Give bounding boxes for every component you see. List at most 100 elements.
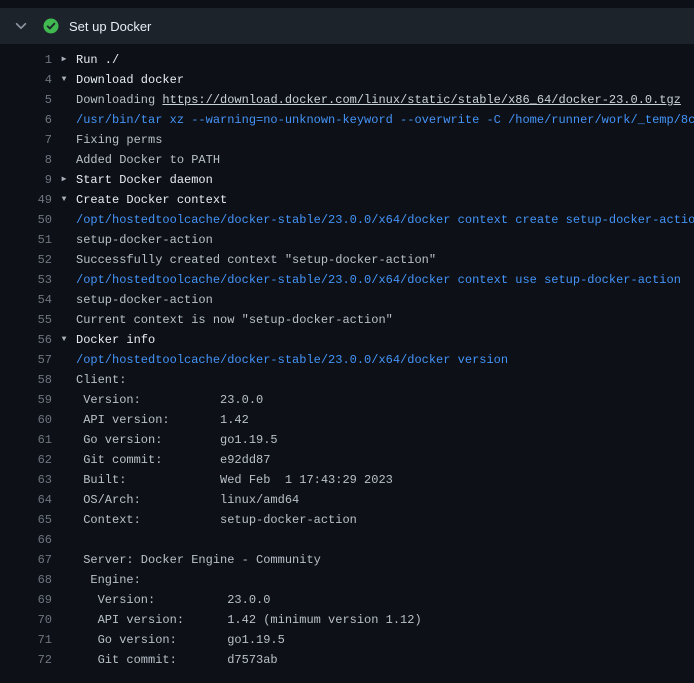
line-number[interactable]: 49: [0, 190, 52, 210]
line-number[interactable]: 6: [0, 110, 52, 130]
group-collapsed-icon[interactable]: ▶: [52, 170, 76, 190]
line-number[interactable]: 62: [0, 450, 52, 470]
log-line: 65 Context: setup-docker-action: [0, 510, 694, 530]
log-line: 67 Server: Docker Engine - Community: [0, 550, 694, 570]
log-line: 6/usr/bin/tar xz --warning=no-unknown-ke…: [0, 110, 694, 130]
line-number[interactable]: 9: [0, 170, 52, 190]
gutter-spacer: [52, 310, 76, 330]
line-number[interactable]: 59: [0, 390, 52, 410]
gutter-spacer: [52, 510, 76, 530]
line-number[interactable]: 8: [0, 150, 52, 170]
log-line: 69 Version: 23.0.0: [0, 590, 694, 610]
log-line: 58 Client:: [0, 370, 694, 390]
log-line: 68 Engine:: [0, 570, 694, 590]
gutter-spacer: [52, 450, 76, 470]
command-text: /opt/hostedtoolcache/docker-stable/23.0.…: [76, 350, 508, 370]
line-number[interactable]: 63: [0, 470, 52, 490]
chevron-down-icon[interactable]: [14, 19, 28, 33]
step-header[interactable]: Set up Docker: [0, 8, 694, 44]
gutter-spacer: [52, 530, 76, 550]
line-text: Download docker: [76, 70, 184, 90]
line-number[interactable]: 67: [0, 550, 52, 570]
line-number[interactable]: 65: [0, 510, 52, 530]
gutter-spacer: [52, 570, 76, 590]
line-number[interactable]: 51: [0, 230, 52, 250]
log-line: 52 Successfully created context "setup-do…: [0, 250, 694, 270]
gutter-spacer: [52, 590, 76, 610]
line-number[interactable]: 56: [0, 330, 52, 350]
gutter-spacer: [52, 650, 76, 670]
line-text: Downloading https://download.docker.com/…: [76, 90, 681, 110]
log-group-line[interactable]: 56▼Docker info: [0, 330, 694, 350]
line-text: Go version: go1.19.5: [76, 430, 278, 450]
log-line: 66: [0, 530, 694, 550]
line-text: Docker info: [76, 330, 155, 350]
log-line: 72 Git commit: d7573ab: [0, 650, 694, 670]
log-group-line[interactable]: 4▼Download docker: [0, 70, 694, 90]
log-line: 70 API version: 1.42 (minimum version 1.…: [0, 610, 694, 630]
line-number[interactable]: 52: [0, 250, 52, 270]
log-line: 59 Version: 23.0.0: [0, 390, 694, 410]
log-group-line[interactable]: 9▶Start Docker daemon: [0, 170, 694, 190]
line-number[interactable]: 1: [0, 50, 52, 70]
log-line: 53/opt/hostedtoolcache/docker-stable/23.…: [0, 270, 694, 290]
line-number[interactable]: 64: [0, 490, 52, 510]
line-number[interactable]: 71: [0, 630, 52, 650]
gutter-spacer: [52, 150, 76, 170]
line-text: Context: setup-docker-action: [76, 510, 357, 530]
check-circle-icon: [43, 18, 59, 34]
gutter-spacer: [52, 130, 76, 150]
line-text: OS/Arch: linux/amd64: [76, 490, 299, 510]
log-line: 63 Built: Wed Feb 1 17:43:29 2023: [0, 470, 694, 490]
gutter-spacer: [52, 490, 76, 510]
step-title: Set up Docker: [69, 19, 151, 34]
line-number[interactable]: 53: [0, 270, 52, 290]
gutter-spacer: [52, 410, 76, 430]
line-number[interactable]: 60: [0, 410, 52, 430]
line-text: Create Docker context: [76, 190, 227, 210]
line-text: Successfully created context "setup-dock…: [76, 250, 436, 270]
line-number[interactable]: 58: [0, 370, 52, 390]
gutter-spacer: [52, 270, 76, 290]
line-text: Engine:: [76, 570, 141, 590]
group-collapsed-icon[interactable]: ▶: [52, 50, 76, 70]
line-number[interactable]: 55: [0, 310, 52, 330]
line-number[interactable]: 50: [0, 210, 52, 230]
line-text: Start Docker daemon: [76, 170, 213, 190]
line-number[interactable]: 68: [0, 570, 52, 590]
line-number[interactable]: 61: [0, 430, 52, 450]
line-number[interactable]: 54: [0, 290, 52, 310]
line-text: Added Docker to PATH: [76, 150, 220, 170]
log-group-line[interactable]: 49▼Create Docker context: [0, 190, 694, 210]
line-number[interactable]: 72: [0, 650, 52, 670]
group-expanded-icon[interactable]: ▼: [52, 190, 76, 210]
line-text: Git commit: d7573ab: [76, 650, 278, 670]
line-text: API version: 1.42 (minimum version 1.12): [76, 610, 422, 630]
log-line: 57/opt/hostedtoolcache/docker-stable/23.…: [0, 350, 694, 370]
line-text: Client:: [76, 370, 126, 390]
gutter-spacer: [52, 350, 76, 370]
line-text: Server: Docker Engine - Community: [76, 550, 321, 570]
group-expanded-icon[interactable]: ▼: [52, 70, 76, 90]
gutter-spacer: [52, 210, 76, 230]
log-line: 8 Added Docker to PATH: [0, 150, 694, 170]
line-number[interactable]: 57: [0, 350, 52, 370]
line-number[interactable]: 66: [0, 530, 52, 550]
line-number[interactable]: 5: [0, 90, 52, 110]
line-number[interactable]: 4: [0, 70, 52, 90]
gutter-spacer: [52, 390, 76, 410]
log-group-line[interactable]: 1▶Run ./: [0, 50, 694, 70]
gutter-spacer: [52, 550, 76, 570]
log-link[interactable]: https://download.docker.com/linux/static…: [162, 93, 680, 107]
line-text: Built: Wed Feb 1 17:43:29 2023: [76, 470, 393, 490]
log-line: 60 API version: 1.42: [0, 410, 694, 430]
line-number[interactable]: 69: [0, 590, 52, 610]
group-expanded-icon[interactable]: ▼: [52, 330, 76, 350]
gutter-spacer: [52, 430, 76, 450]
line-number[interactable]: 70: [0, 610, 52, 630]
line-text: API version: 1.42: [76, 410, 249, 430]
gutter-spacer: [52, 250, 76, 270]
gutter-spacer: [52, 370, 76, 390]
line-number[interactable]: 7: [0, 130, 52, 150]
log-line: 61 Go version: go1.19.5: [0, 430, 694, 450]
